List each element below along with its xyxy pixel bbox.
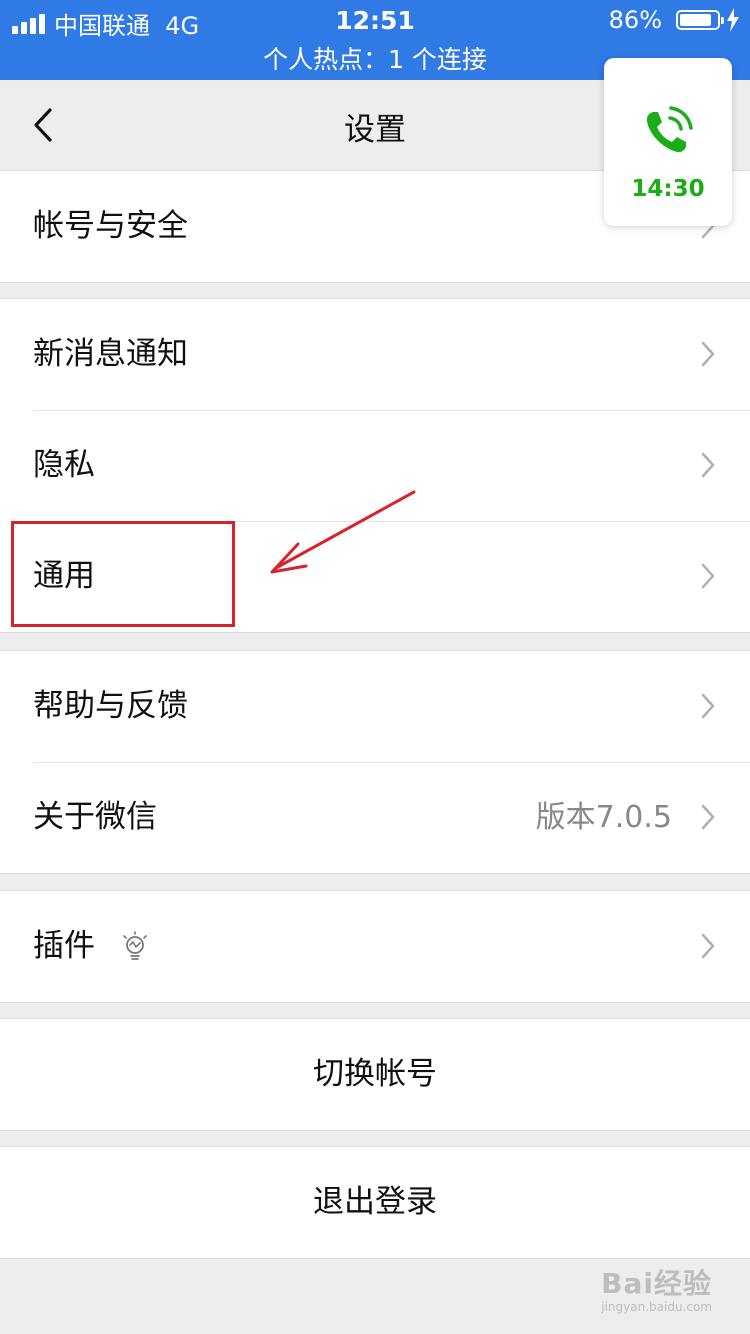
battery-fill bbox=[680, 14, 711, 26]
chevron-right-icon bbox=[701, 693, 715, 719]
version-text: 版本7.0.5 bbox=[535, 800, 672, 835]
chevron-right-icon bbox=[701, 341, 715, 367]
watermark-logo: Bai经验 bbox=[601, 1267, 712, 1300]
charging-bolt-icon bbox=[727, 8, 739, 32]
lightbulb-icon bbox=[123, 931, 147, 960]
chevron-right-icon bbox=[701, 804, 715, 830]
logout-group: 退出登录 bbox=[0, 1146, 750, 1259]
settings-group-plugins: 插件 bbox=[0, 890, 750, 1003]
settings-item-help-feedback[interactable]: 帮助与反馈 bbox=[0, 651, 750, 762]
battery-icon bbox=[676, 10, 724, 30]
settings-group-help: 帮助与反馈 关于微信 版本7.0.5 bbox=[0, 650, 750, 874]
settings-item-notifications[interactable]: 新消息通知 bbox=[0, 299, 750, 410]
switch-account-label: 切换帐号 bbox=[313, 1056, 437, 1092]
settings-item-about[interactable]: 关于微信 版本7.0.5 bbox=[0, 762, 750, 873]
watermark-url: jingyan.baidu.com bbox=[601, 1300, 712, 1314]
annotation-highlight-box bbox=[11, 521, 235, 627]
annotation-arrow-icon bbox=[270, 490, 416, 574]
chevron-right-icon bbox=[701, 452, 715, 478]
call-duration: 14:30 bbox=[631, 176, 705, 202]
settings-item-label: 插件 bbox=[33, 928, 95, 964]
watermark: Bai经验 jingyan.baidu.com bbox=[572, 1262, 712, 1322]
chevron-right-icon bbox=[701, 933, 715, 959]
chevron-right-icon bbox=[701, 563, 715, 589]
floating-call-window[interactable]: 14:30 bbox=[604, 58, 732, 226]
phone-call-icon bbox=[646, 106, 693, 153]
switch-account-button[interactable]: 切换帐号 bbox=[0, 1019, 750, 1130]
logout-label: 退出登录 bbox=[313, 1184, 437, 1220]
logout-button[interactable]: 退出登录 bbox=[0, 1147, 750, 1258]
switch-account-group: 切换帐号 bbox=[0, 1018, 750, 1131]
settings-item-label: 帮助与反馈 bbox=[33, 688, 188, 724]
settings-item-plugins[interactable]: 插件 bbox=[0, 891, 750, 1002]
battery-percent: 86% bbox=[608, 6, 662, 34]
settings-item-label: 帐号与安全 bbox=[33, 208, 188, 244]
settings-item-label: 关于微信 bbox=[33, 799, 157, 835]
settings-item-label: 新消息通知 bbox=[33, 336, 188, 372]
settings-item-label: 隐私 bbox=[33, 447, 95, 483]
